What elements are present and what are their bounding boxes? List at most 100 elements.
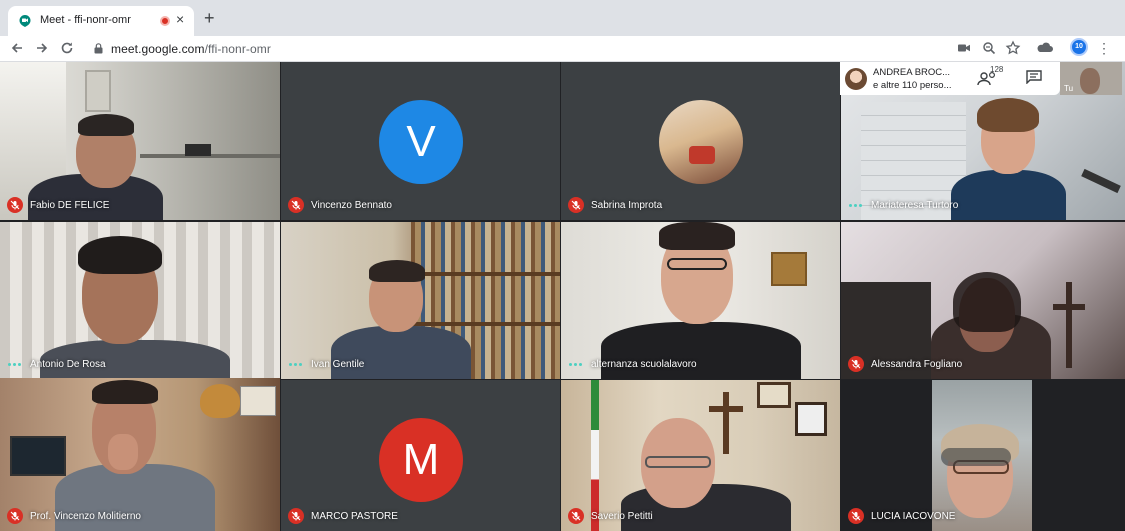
participant-label: Prof. Vincenzo Molitierno (7, 507, 141, 525)
mic-off-icon (288, 197, 304, 213)
participant-label: Saverio Petitti (568, 507, 653, 525)
profile-avatar[interactable]: 10 (1070, 38, 1088, 56)
participant-name: Vincenzo Bennato (311, 199, 392, 211)
new-tab-button[interactable]: + (204, 9, 215, 27)
participant-name: Sabrina Improta (591, 199, 663, 211)
participant-label: Antonio De Rosa (7, 355, 106, 373)
avatar (659, 100, 743, 184)
participant-tile[interactable]: Sabrina Improta (561, 62, 840, 220)
guitar (200, 384, 240, 418)
wall-frame (85, 70, 111, 112)
participant-label: Ivan Gentile (288, 355, 364, 373)
hand (108, 434, 138, 470)
wall-frame (240, 386, 276, 416)
participant-name: Ivan Gentile (311, 358, 365, 370)
zoom-icon[interactable] (980, 39, 998, 57)
participant-name: MARCO PASTORE (311, 510, 398, 522)
mic-off-icon (568, 197, 584, 213)
participant-label: Mariateresa Turtoro (848, 196, 958, 214)
cross-vertical (1066, 282, 1072, 368)
speaking-indicator-icon (568, 356, 584, 372)
mic-off-icon (7, 508, 23, 524)
participant-name: alternanza scuolalavoro (591, 358, 697, 370)
address-bar[interactable]: meet.google.com/ffi-nonr-omr (84, 39, 1092, 59)
recording-indicator-icon (160, 16, 170, 26)
back-icon[interactable] (8, 39, 26, 57)
mic-off-icon (7, 197, 23, 213)
shelf (411, 322, 560, 326)
extension-icon[interactable] (1036, 39, 1054, 57)
star-icon[interactable] (1004, 39, 1022, 57)
participant-label: alternanza scuolalavoro (568, 355, 697, 373)
hair (78, 114, 134, 136)
participants-count: 128 (990, 65, 1004, 74)
tablet (185, 144, 211, 156)
tab-close-icon[interactable]: × (176, 11, 184, 27)
kebab-menu-icon[interactable]: ⋮ (1097, 38, 1111, 58)
lock-icon (94, 43, 103, 54)
participant-tile[interactable]: Saverio Petitti (561, 380, 840, 531)
participant-tile[interactable]: V Vincenzo Bennato (281, 62, 560, 220)
hair (78, 236, 162, 274)
participant-name: Mariateresa Turtoro (871, 199, 959, 211)
participant-tile[interactable]: alternanza scuolalavoro (561, 222, 840, 379)
glasses (667, 258, 727, 270)
self-label: Tu (1064, 84, 1074, 93)
meet-favicon-icon (19, 15, 31, 27)
participant-name: LUCIA IACOVONE (871, 510, 956, 522)
participant-label: Alessandra Fogliano (848, 355, 962, 373)
self-view[interactable]: Tu (1060, 62, 1122, 95)
participant-tile[interactable]: Antonio De Rosa (0, 222, 280, 379)
cross-horizontal (1053, 304, 1085, 310)
tab-strip: Meet - ffi-nonr-omr × + (0, 0, 1125, 36)
cross-horizontal (709, 406, 743, 412)
hair (953, 272, 1021, 332)
browser-tab[interactable]: Meet - ffi-nonr-omr × (8, 6, 194, 36)
speaking-indicator-icon (288, 356, 304, 372)
chat-icon[interactable] (1026, 70, 1042, 84)
mic-off-icon (848, 356, 864, 372)
participant-label: LUCIA IACOVONE (848, 507, 955, 525)
speaking-indicator-icon (7, 356, 23, 372)
icon-painting (771, 252, 807, 286)
person-body (951, 170, 1066, 220)
browser-toolbar: meet.google.com/ffi-nonr-omr 10 ⋮ (0, 36, 1125, 62)
others-count-text: e altre 110 perso... (873, 80, 952, 91)
presenter-avatar (845, 68, 867, 90)
url-text: meet.google.com/ffi-nonr-omr (111, 42, 271, 56)
participant-name: Fabio DE FELICE (30, 199, 110, 211)
tile-controls[interactable] (941, 448, 1011, 466)
mic-off-icon (848, 508, 864, 524)
presenter-panel[interactable]: ANDREA BROC... e altre 110 perso... (840, 62, 960, 95)
participant-label: MARCO PASTORE (288, 507, 398, 525)
tab-title: Meet - ffi-nonr-omr (40, 14, 131, 26)
reload-icon[interactable] (58, 39, 76, 57)
forward-icon[interactable] (33, 39, 51, 57)
presenter-name: ANDREA BROC... (873, 67, 951, 78)
participant-tile[interactable]: Alessandra Fogliano (841, 222, 1125, 379)
self-head (1080, 68, 1100, 94)
avatar: M (379, 418, 463, 502)
participant-tile[interactable]: M MARCO PASTORE (281, 380, 560, 531)
avatar: V (379, 100, 463, 184)
participant-tile[interactable]: LUCIA IACOVONE (841, 380, 1125, 531)
participant-label: Vincenzo Bennato (288, 196, 392, 214)
participant-name: Alessandra Fogliano (871, 358, 963, 370)
mic-off-icon (288, 508, 304, 524)
participant-label: Fabio DE FELICE (7, 196, 109, 214)
participant-tile[interactable]: Fabio DE FELICE (0, 62, 280, 220)
monitor (10, 436, 66, 476)
camera-icon[interactable] (955, 39, 973, 57)
hair (92, 380, 158, 404)
meet-grid: Fabio DE FELICE V Vincenzo Bennato Sabri… (0, 62, 1125, 531)
meet-controls: 128 (960, 62, 1060, 95)
glasses (645, 456, 711, 468)
hair (369, 260, 425, 282)
speaking-indicator-icon (848, 197, 864, 213)
participant-tile[interactable]: Ivan Gentile (281, 222, 560, 379)
url-path: /ffi-nonr-omr (204, 42, 271, 56)
hair (977, 98, 1039, 132)
cross-vertical (723, 392, 729, 454)
shirt (689, 146, 715, 164)
participant-tile[interactable]: Prof. Vincenzo Molitierno (0, 378, 280, 531)
